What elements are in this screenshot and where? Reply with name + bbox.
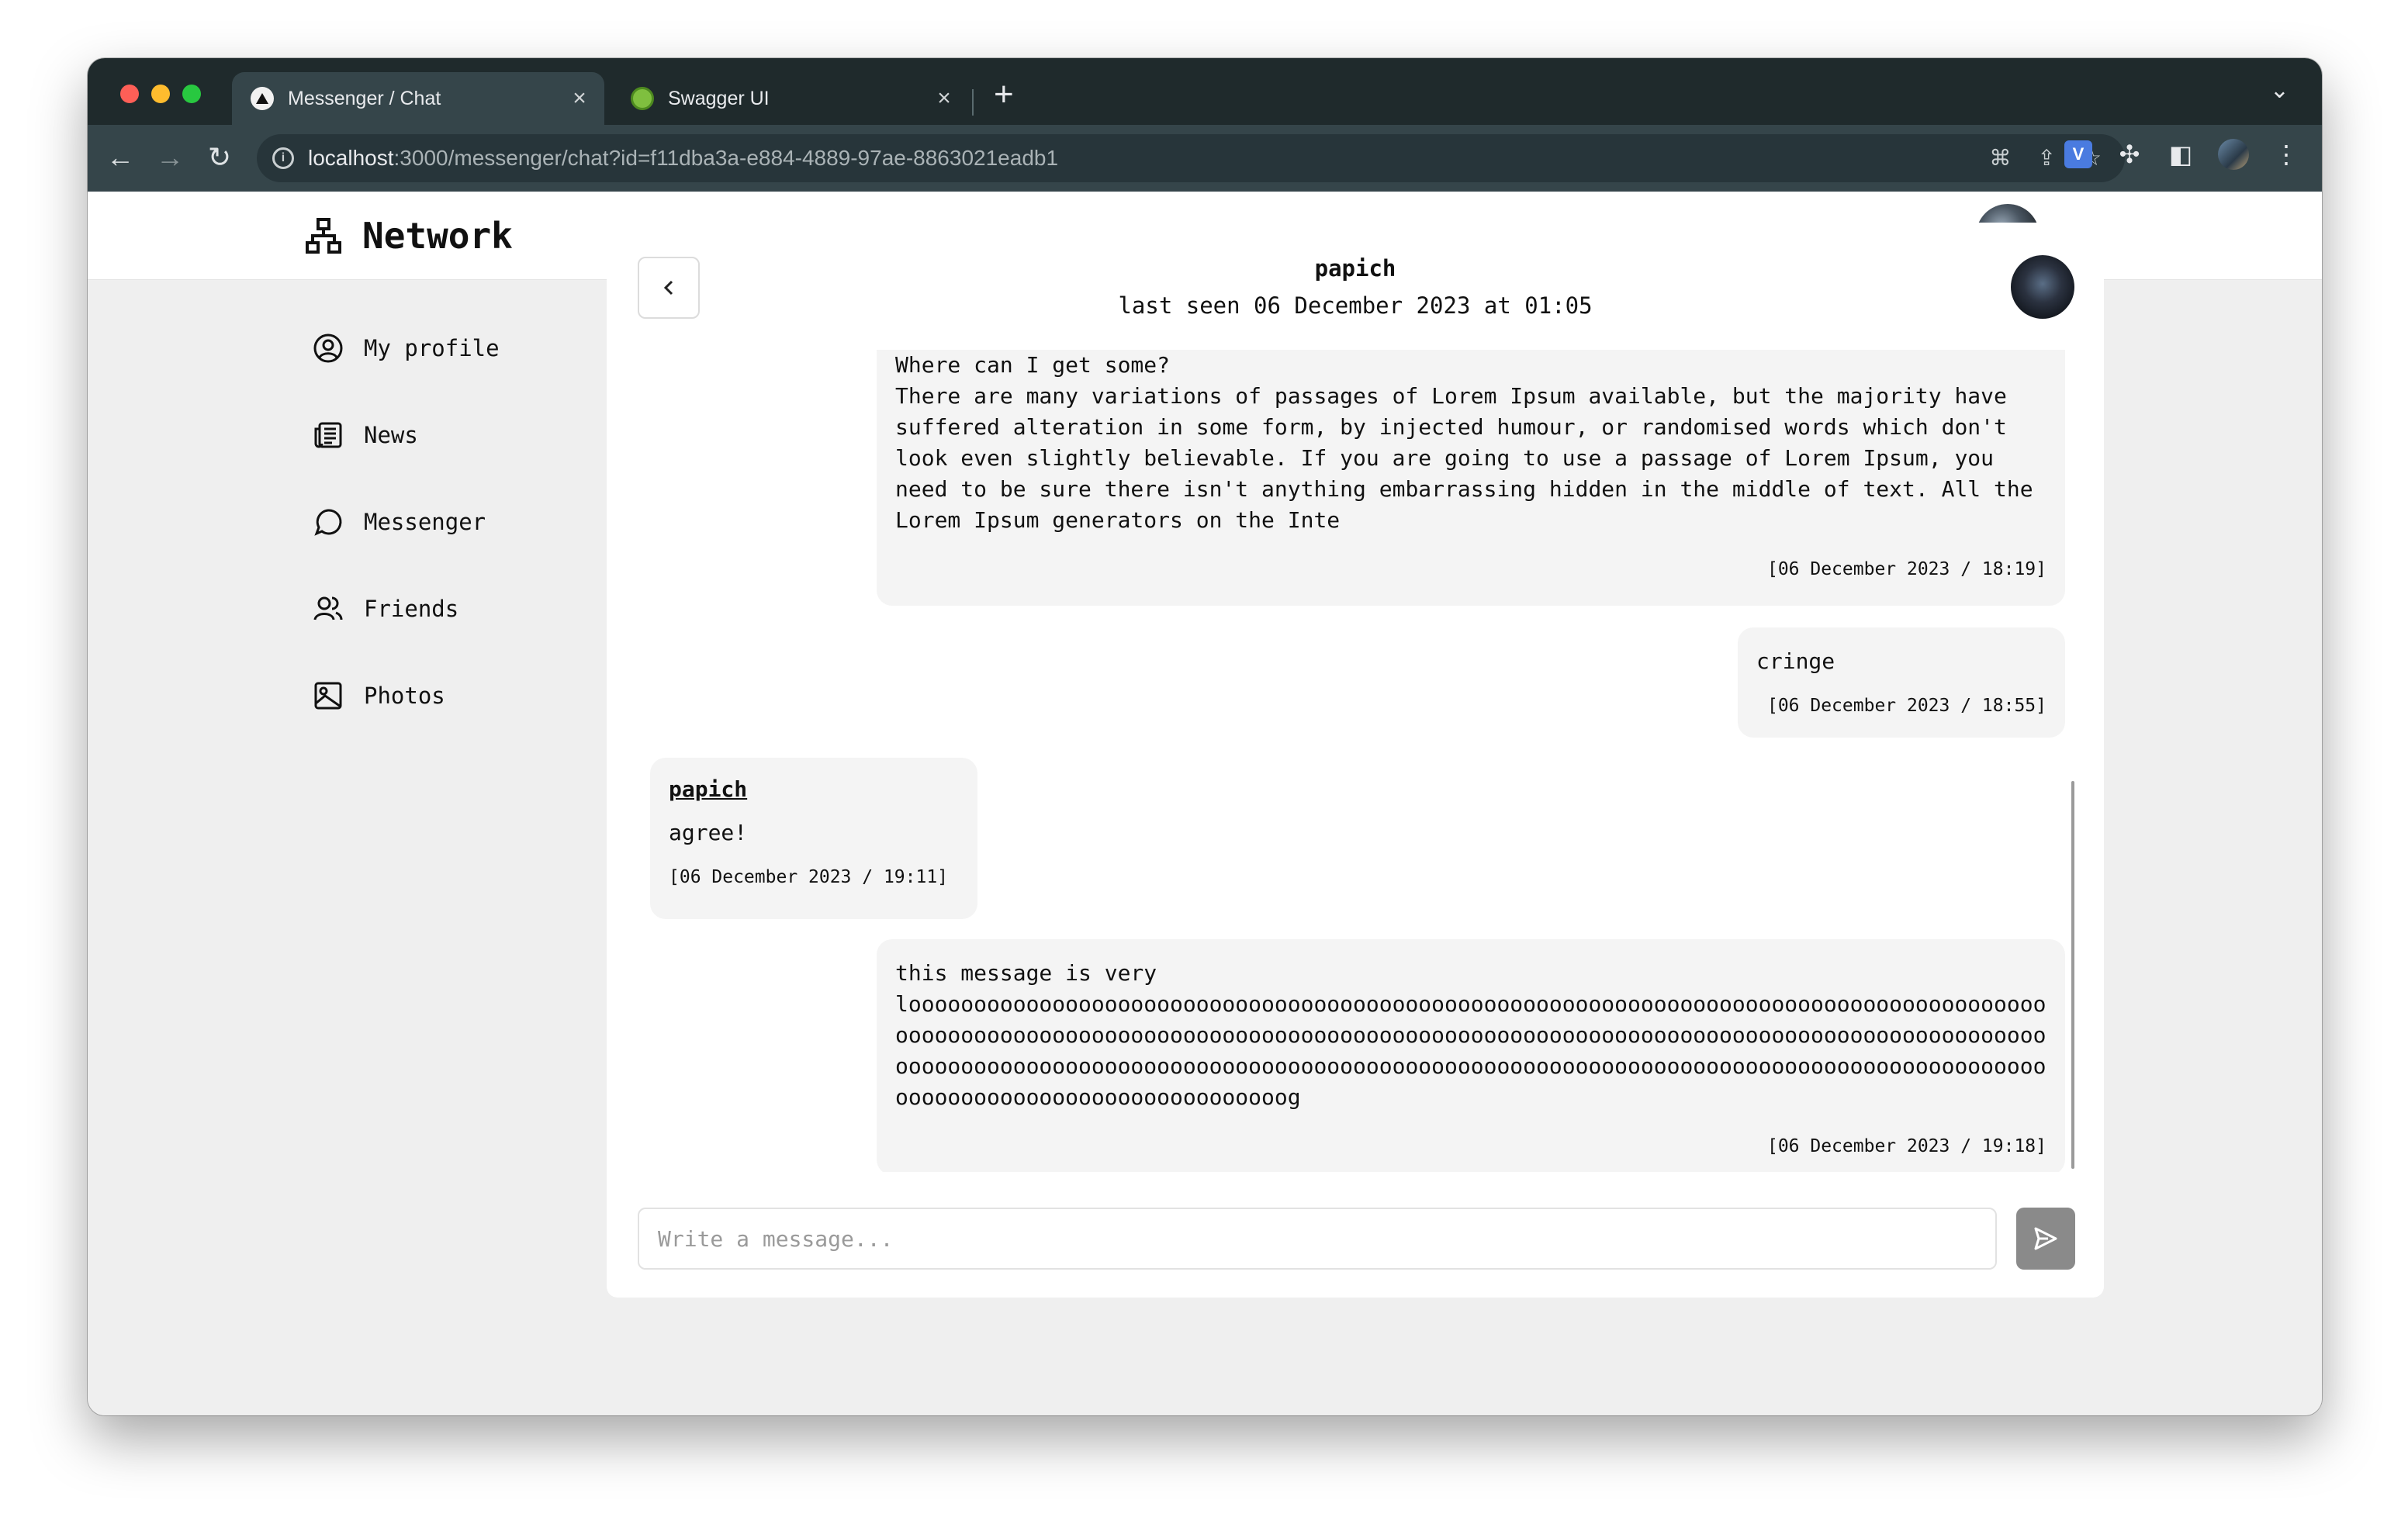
- v-extension-icon[interactable]: V: [2064, 140, 2092, 168]
- sidebar-item-messenger[interactable]: Messenger: [313, 479, 545, 565]
- share-icon[interactable]: ⇪: [2037, 145, 2055, 171]
- tab-title: Messenger / Chat: [288, 87, 441, 109]
- network-logo-icon: [306, 218, 341, 254]
- profile-avatar-icon[interactable]: [2218, 139, 2249, 170]
- close-tab-icon[interactable]: ×: [929, 85, 960, 112]
- newspaper-icon: [314, 422, 342, 448]
- sidebar-item-photos[interactable]: Photos: [313, 652, 545, 739]
- site-info-icon[interactable]: i: [272, 147, 294, 169]
- close-window-button[interactable]: [120, 85, 139, 103]
- message-timestamp: [06 December 2023 / 19:11]: [669, 867, 949, 887]
- image-icon: [314, 682, 342, 710]
- send-button[interactable]: [2016, 1208, 2075, 1270]
- message-timestamp: [06 December 2023 / 19:18]: [1766, 1136, 2046, 1156]
- message-timestamp: [06 December 2023 / 18:55]: [1766, 696, 2046, 716]
- maximize-window-button[interactable]: [182, 85, 201, 103]
- sidebar-item-label: My profile: [364, 335, 500, 361]
- send-icon: [2034, 1227, 2057, 1250]
- forward-arrow-icon[interactable]: →: [151, 139, 189, 176]
- chat-bubble-icon: [314, 509, 342, 536]
- message-bubble-outgoing: this message is very loooooooooooooooooo…: [877, 939, 2065, 1172]
- message-timestamp: [06 December 2023 / 18:19]: [1766, 559, 2046, 579]
- chat-contact-name: papich: [1314, 255, 1396, 282]
- chat-panel: papich last seen 06 December 2023 at 01:…: [607, 223, 2104, 1298]
- sidebar-item-friends[interactable]: Friends: [313, 565, 545, 652]
- sidebar-item-label: Friends: [364, 596, 459, 622]
- brand[interactable]: Network: [305, 215, 513, 257]
- message-list[interactable]: Where can I get some? There are many var…: [607, 350, 2104, 1172]
- message-author-link[interactable]: papich: [669, 776, 959, 802]
- kebab-menu-icon[interactable]: ⋮: [2272, 140, 2300, 169]
- tab-divider: [972, 89, 974, 116]
- url-text[interactable]: localhost:3000/messenger/chat?id=f11dba3…: [308, 146, 1058, 171]
- users-icon: [313, 596, 343, 620]
- message-text: Where can I get some? There are many var…: [895, 352, 2033, 533]
- tab-messenger-chat[interactable]: Messenger / Chat ×: [232, 72, 604, 125]
- sidebar: My profile News Messenger Friends Photos: [313, 305, 545, 739]
- sidebar-item-my-profile[interactable]: My profile: [313, 305, 545, 392]
- sidebar-item-label: Photos: [364, 683, 445, 709]
- message-bubble-outgoing: cringe [06 December 2023 / 18:55]: [1738, 627, 2065, 738]
- swagger-globe-icon: [631, 87, 654, 110]
- tab-title: Swagger UI: [668, 87, 770, 109]
- sidebar-item-label: Messenger: [364, 509, 486, 535]
- message-bubble-outgoing: Where can I get some? There are many var…: [877, 350, 2065, 606]
- brand-name: Network: [362, 215, 513, 257]
- chevron-down-icon[interactable]: ⌄: [2270, 77, 2289, 104]
- web-page: Network ⌄ My profile News: [88, 192, 2322, 1415]
- new-tab-button[interactable]: +: [994, 75, 1014, 114]
- reload-icon[interactable]: ↻: [201, 139, 238, 176]
- translate-icon[interactable]: ⌘: [1989, 145, 2011, 171]
- message-text: agree!: [669, 820, 748, 845]
- message-text: this message is very loooooooooooooooooo…: [895, 960, 2046, 1110]
- close-tab-icon[interactable]: ×: [564, 85, 595, 112]
- triangle-logo-icon: [251, 87, 274, 110]
- extensions-area: V ✣ ◧ ⋮: [2064, 139, 2300, 170]
- browser-toolbar: ← → ↻ i localhost:3000/messenger/chat?id…: [88, 125, 2322, 192]
- last-seen-status: last seen 06 December 2023 at 01:05: [1118, 292, 1593, 319]
- minimize-window-button[interactable]: [151, 85, 170, 103]
- sidebar-item-label: News: [364, 422, 418, 448]
- tab-strip: Messenger / Chat × Swagger UI × + ⌄: [88, 58, 2322, 125]
- message-composer: [638, 1208, 1997, 1270]
- message-text: cringe: [1756, 648, 1835, 674]
- puzzle-extensions-icon[interactable]: ✣: [2116, 140, 2143, 169]
- message-bubble-incoming: papich agree! [06 December 2023 / 19:11]: [650, 758, 977, 919]
- message-input[interactable]: [639, 1209, 1995, 1268]
- address-bar[interactable]: i localhost:3000/messenger/chat?id=f11db…: [257, 134, 2125, 182]
- tab-swagger-ui[interactable]: Swagger UI ×: [612, 72, 969, 125]
- back-arrow-icon[interactable]: ←: [102, 139, 139, 176]
- user-circle-icon: [313, 334, 343, 363]
- browser-window: Messenger / Chat × Swagger UI × + ⌄ ← → …: [88, 58, 2322, 1415]
- message-list-scrollbar[interactable]: [2071, 781, 2074, 1169]
- contact-avatar[interactable]: [2011, 255, 2074, 319]
- sidebar-item-news[interactable]: News: [313, 392, 545, 479]
- side-panel-icon[interactable]: ◧: [2167, 140, 2195, 169]
